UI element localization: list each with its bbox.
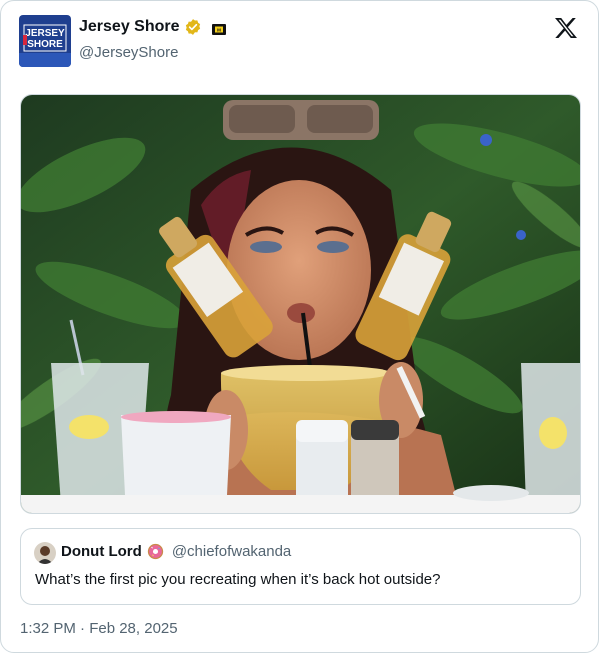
author-name-row[interactable]: Jersey Shore M bbox=[79, 18, 226, 36]
quoted-author-avatar[interactable] bbox=[34, 542, 56, 564]
tweet-photo[interactable] bbox=[20, 94, 581, 514]
quoted-handle[interactable]: @chiefofwakanda bbox=[172, 543, 291, 560]
x-logo-icon[interactable] bbox=[554, 17, 578, 39]
author-handle[interactable]: @JerseyShore bbox=[79, 44, 178, 61]
author-avatar[interactable]: JERSEY SHORE bbox=[19, 15, 71, 67]
verified-badge-icon bbox=[184, 18, 202, 36]
photo-illustration bbox=[21, 95, 580, 513]
mtv-badge-icon[interactable]: M bbox=[211, 22, 226, 35]
quoted-name-row: Donut Lord @chiefofwakanda bbox=[61, 543, 291, 560]
svg-text:JERSEY: JERSEY bbox=[25, 28, 65, 39]
donut-icon bbox=[147, 543, 164, 560]
quoted-text: What’s the first pic you recreating when… bbox=[35, 571, 441, 588]
svg-text:M: M bbox=[217, 27, 221, 32]
jersey-shore-logo-icon: JERSEY SHORE bbox=[19, 15, 71, 67]
svg-text:SHORE: SHORE bbox=[27, 39, 63, 50]
tweet-card: JERSEY SHORE Jersey Shore M @JerseyShore bbox=[0, 0, 599, 653]
quoted-tweet[interactable]: Donut Lord @chiefofwakanda What’s the fi… bbox=[20, 528, 581, 605]
author-display-name[interactable]: Jersey Shore bbox=[79, 18, 180, 36]
tweet-timestamp[interactable]: 1:32 PM · Feb 28, 2025 bbox=[20, 620, 178, 637]
quoted-display-name[interactable]: Donut Lord bbox=[61, 543, 142, 560]
